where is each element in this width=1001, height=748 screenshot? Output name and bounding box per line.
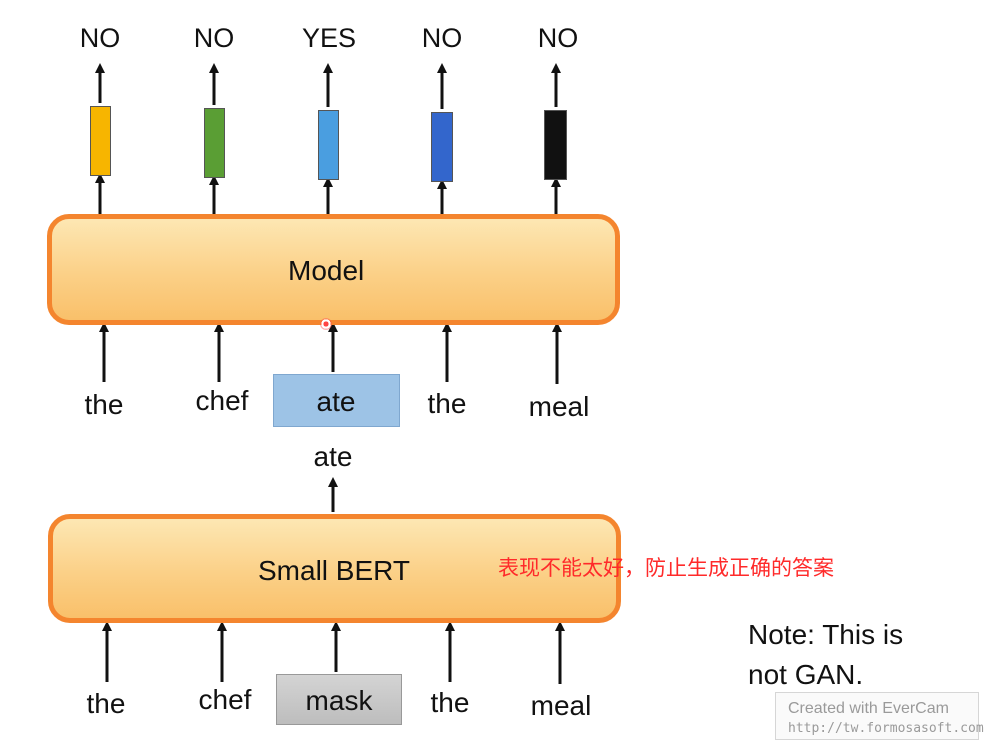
watermark-line-2: http://tw.formosasoft.com (788, 721, 984, 736)
generated-token: ate (313, 441, 353, 472)
pointer-cursor-icon (320, 318, 332, 330)
note-line-1: Note: This is (748, 619, 904, 650)
bert-input-token-3: mask (305, 685, 373, 716)
watermark-line-1: Created with EverCam (788, 700, 949, 717)
model-input-token-5: meal (528, 391, 590, 422)
bert-input-token-5: meal (530, 690, 592, 721)
output-vector-5 (544, 110, 567, 180)
small-bert-label: Small BERT (258, 555, 410, 586)
output-vector-2 (204, 108, 225, 178)
model-label: Model (288, 255, 365, 286)
bert-input-token-2: chef (198, 684, 252, 715)
output-label-2: NO (193, 23, 235, 53)
note-line-2: not GAN. (748, 659, 864, 690)
bert-input-token-1: the (86, 688, 126, 719)
model-input-token-3: ate (316, 386, 356, 417)
annotation-text: 表现不能太好，防止生成正确的答案 (498, 556, 834, 580)
output-vector-4 (431, 112, 453, 182)
output-vector-3 (318, 110, 339, 180)
evercam-watermark: Created with EverCam http://tw.formosaso… (775, 692, 984, 740)
diagram: NO NO YES NO NO Model the chef ate the m… (0, 0, 1001, 748)
output-label-3: YES (301, 23, 357, 53)
bert-input-token-4: the (430, 687, 470, 718)
model-input-token-2: chef (195, 385, 249, 416)
note-text: Note: This is not GAN. (748, 615, 903, 695)
model-input-token-1: the (84, 389, 124, 420)
model-input-token-4: the (427, 388, 467, 419)
output-vector-1 (90, 106, 111, 176)
output-label-4: NO (421, 23, 463, 53)
output-label-1: NO (79, 23, 121, 53)
output-label-5: NO (537, 23, 579, 53)
